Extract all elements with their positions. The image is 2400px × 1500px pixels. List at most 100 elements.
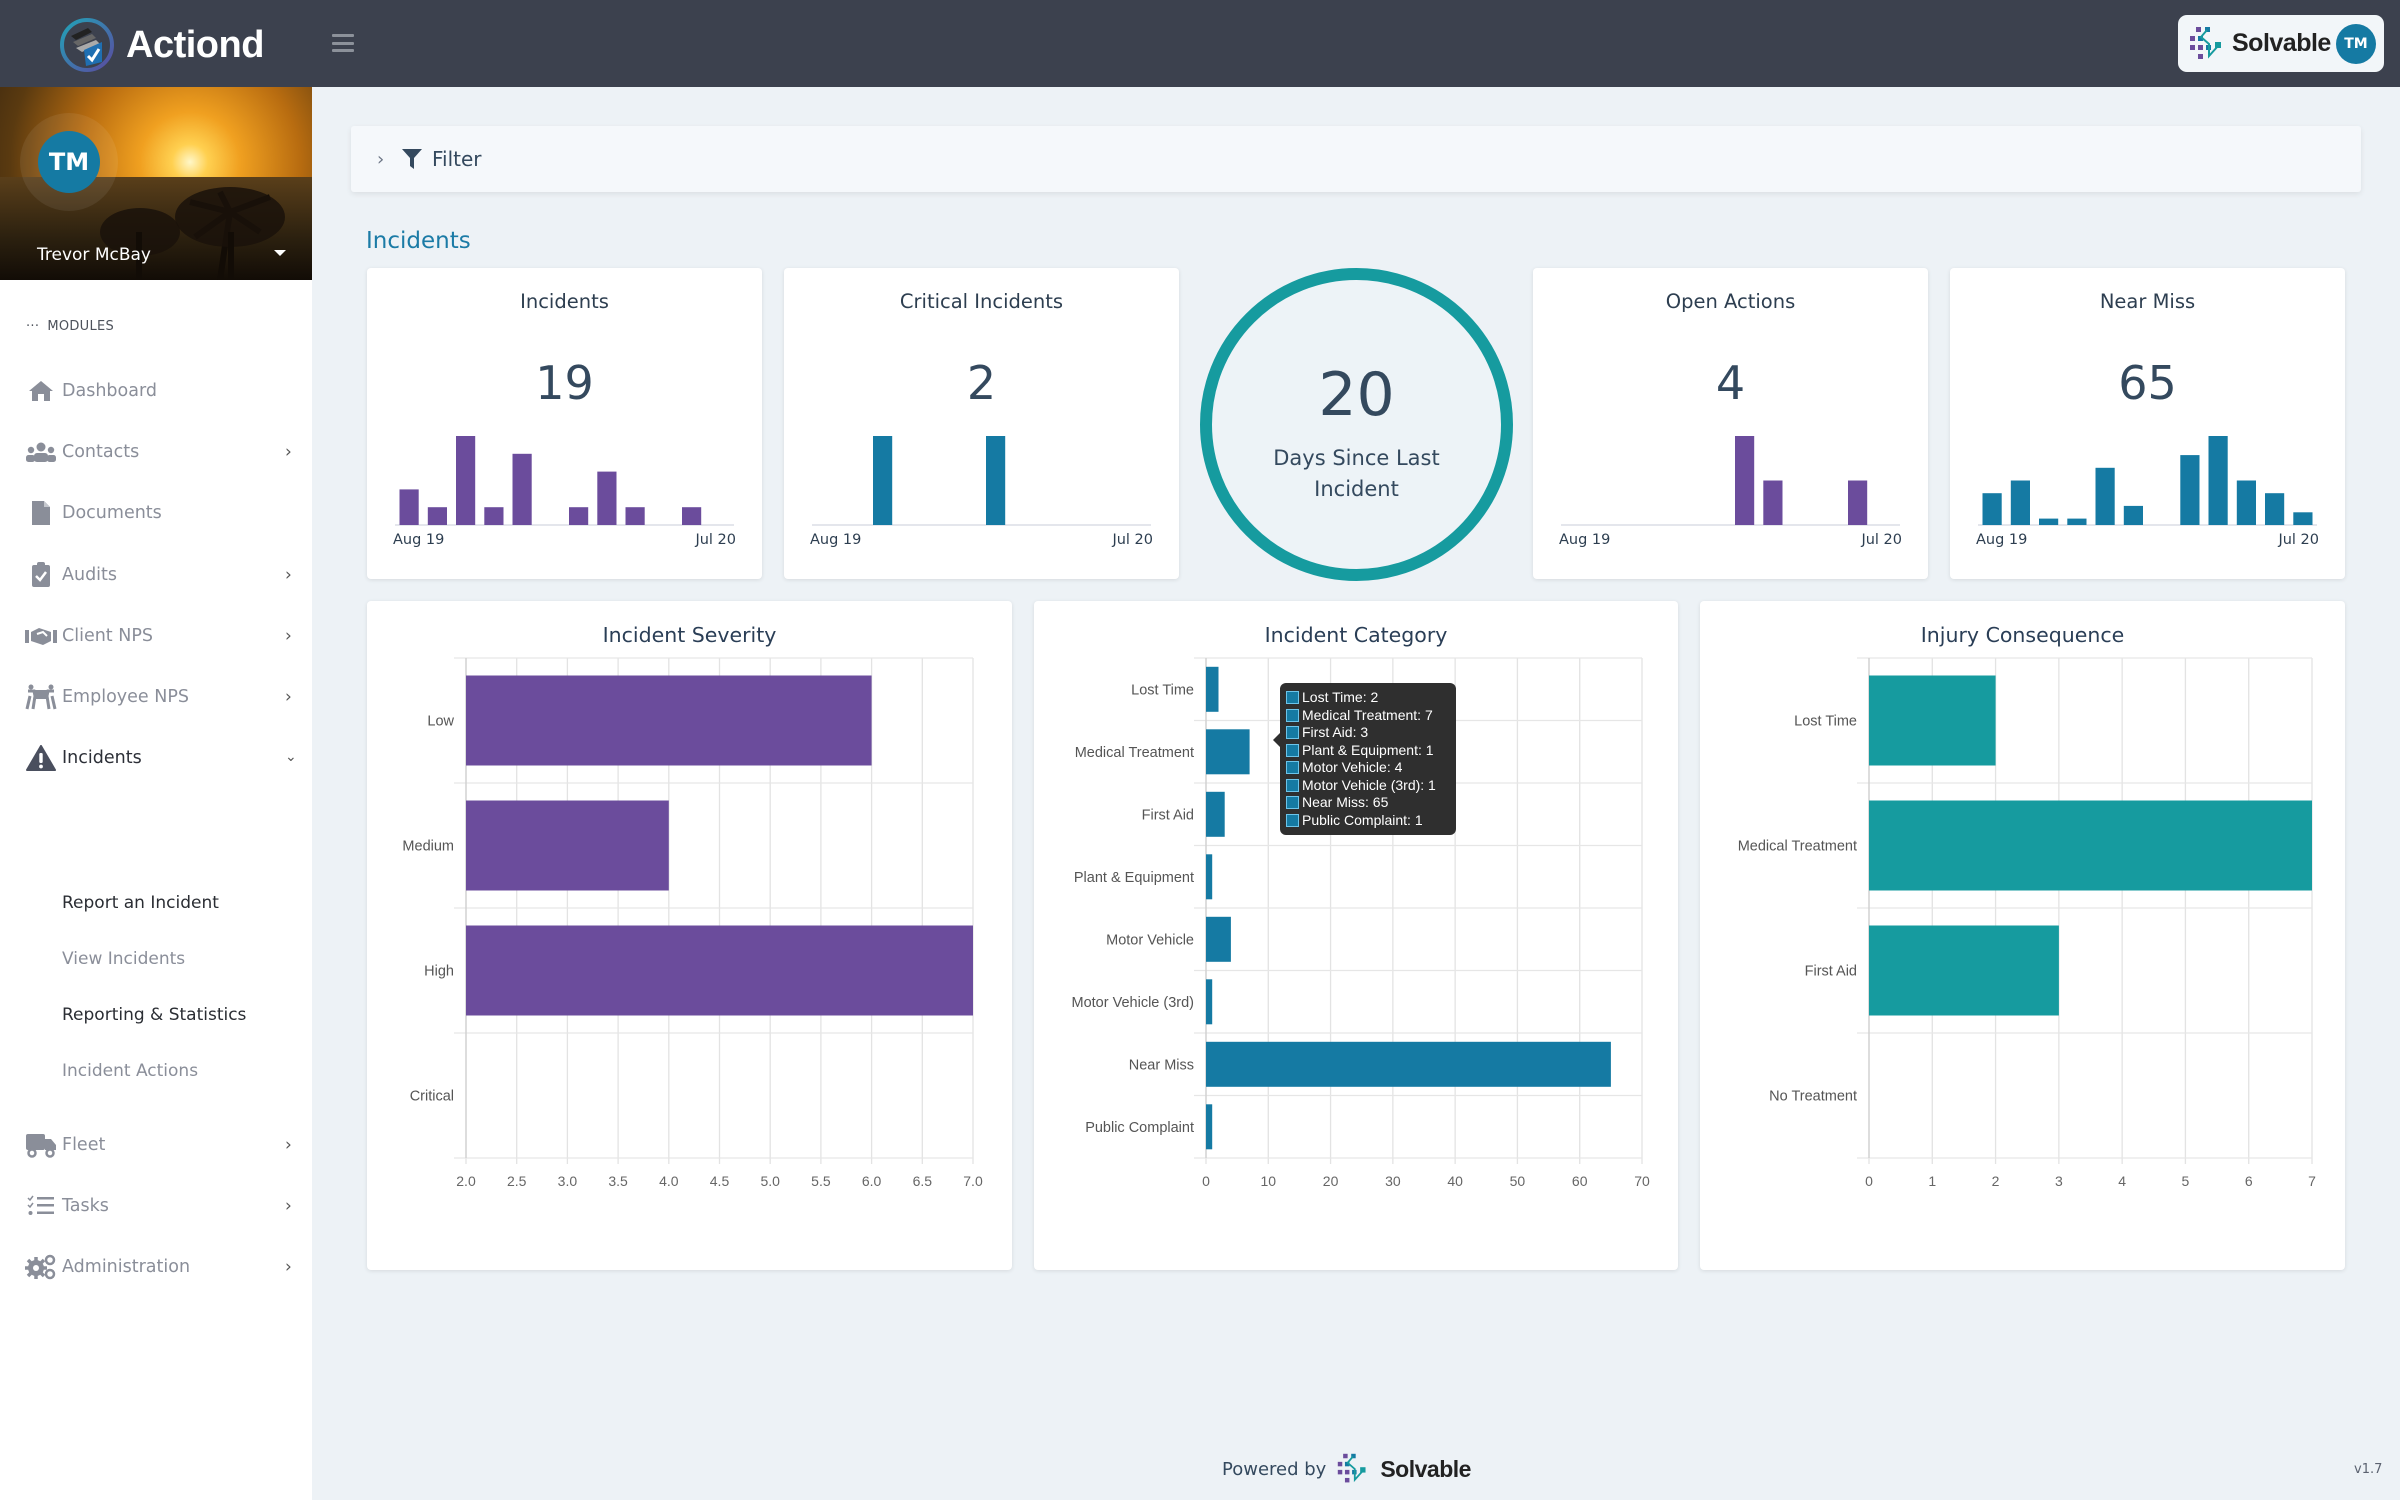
user-name[interactable]: Trevor McBay xyxy=(37,245,151,265)
sparkline-bar[interactable] xyxy=(399,489,419,525)
sparkline-bar[interactable] xyxy=(2067,518,2087,525)
bar[interactable] xyxy=(1869,925,2059,1016)
brand-name: Actiond xyxy=(126,23,264,66)
filter-label: Filter xyxy=(432,147,482,171)
sidebar-subitem-incident-actions[interactable]: Incident Actions xyxy=(62,1061,198,1081)
brand[interactable]: Actiond xyxy=(58,16,264,74)
sidebar-subitem-view-incidents[interactable]: View Incidents xyxy=(62,949,185,969)
sparkline-bar[interactable] xyxy=(484,507,504,525)
bar[interactable] xyxy=(1869,800,2312,891)
bar[interactable] xyxy=(1206,1104,1213,1150)
sparkline-start-label: Aug 19 xyxy=(1559,532,1611,548)
bar[interactable] xyxy=(1206,729,1250,775)
sidebar-item-tasks[interactable]: Tasks › xyxy=(0,1186,312,1226)
tooltip-row: Plant & Equipment: 1 xyxy=(1286,742,1450,760)
sparkline-bar[interactable] xyxy=(2123,505,2143,525)
legend-swatch-icon xyxy=(1286,726,1299,740)
user-profile-panel: TM Trevor McBay xyxy=(0,87,312,280)
bar[interactable] xyxy=(1206,666,1219,712)
bar[interactable] xyxy=(1206,1041,1611,1087)
x-tick-label: 20 xyxy=(1323,1173,1339,1189)
x-tick-label: 6 xyxy=(2245,1173,2253,1189)
sidebar-item-dashboard[interactable]: Dashboard xyxy=(0,371,312,411)
y-category-label: Medical Treatment xyxy=(1738,839,1857,855)
sparkline-bar[interactable] xyxy=(625,507,645,525)
filter-toggle[interactable]: › Filter xyxy=(351,126,2361,192)
sparkline-bar[interactable] xyxy=(427,507,447,525)
partner-badge[interactable]: Solvable TM xyxy=(2178,15,2384,72)
bar[interactable] xyxy=(466,675,872,766)
kpi-card-incidents[interactable]: Incidents 19 Aug 19 Jul 20 xyxy=(367,268,762,579)
sparkline-bar[interactable] xyxy=(2010,480,2030,526)
solvable-logo-icon xyxy=(1338,1453,1366,1483)
sparkline-bar[interactable] xyxy=(986,436,1006,525)
sidebar-subitem-reporting-statistics[interactable]: Reporting & Statistics xyxy=(62,1005,246,1025)
modules-heading: ··· MODULES xyxy=(26,319,115,334)
home-icon xyxy=(25,377,57,405)
sparkline-bar[interactable] xyxy=(873,436,893,525)
sparkline-bar[interactable] xyxy=(682,507,702,525)
y-category-label: Near Miss xyxy=(1129,1057,1194,1073)
sidebar-item-audits[interactable]: Audits › xyxy=(0,555,312,595)
bar[interactable] xyxy=(466,800,669,891)
menu-toggle-icon[interactable] xyxy=(332,34,354,52)
sidebar-item-documents[interactable]: Documents xyxy=(0,493,312,533)
sparkline-bar[interactable] xyxy=(512,453,532,525)
tooltip-row: First Aid: 3 xyxy=(1286,724,1450,742)
user-avatar[interactable]: TM xyxy=(38,131,100,193)
x-tick-label: 3 xyxy=(2055,1173,2063,1189)
section-title: Incidents xyxy=(366,228,471,254)
sparkline-bar[interactable] xyxy=(2265,493,2285,525)
bar[interactable] xyxy=(1206,854,1213,900)
chevron-down-icon: ⌄ xyxy=(285,749,297,765)
sparkline-bar[interactable] xyxy=(1848,480,1868,526)
top-bar: Actiond Solvable TM xyxy=(0,0,2400,87)
sparkline-bar[interactable] xyxy=(2095,467,2115,525)
y-category-label: Lost Time xyxy=(1131,682,1194,698)
sparkline-bar[interactable] xyxy=(597,471,617,525)
bar[interactable] xyxy=(1206,916,1231,962)
sparkline-bar[interactable] xyxy=(569,507,589,525)
x-tick-label: 0 xyxy=(1865,1173,1873,1189)
sparkline-bar[interactable] xyxy=(2039,518,2059,525)
sidebar-item-incidents[interactable]: Incidents ⌄ xyxy=(0,738,312,778)
x-tick-label: 0 xyxy=(1202,1173,1210,1189)
sparkline-start-label: Aug 19 xyxy=(1976,532,2028,548)
sidebar-item-client-nps[interactable]: Client NPS › xyxy=(0,616,312,656)
sparkline-bar[interactable] xyxy=(1982,493,2002,525)
x-tick-label: 60 xyxy=(1572,1173,1588,1189)
days-since-last-incident: 20 Days Since Last Incident xyxy=(1200,268,1513,581)
incident-severity-chart: 2.0 2.5 3.0 3.5 4.0 4.5 5.0 5.5 6.0 6.5 7.0 Low Medi… xyxy=(402,657,983,1189)
sidebar-subitem-report-incident[interactable]: Report an Incident xyxy=(62,893,219,913)
footer-partner-name[interactable]: Solvable xyxy=(1380,1456,1471,1483)
sparkline-bar[interactable] xyxy=(2293,512,2313,525)
y-category-label: Medium xyxy=(402,839,454,855)
bar[interactable] xyxy=(1206,791,1225,837)
sidebar-item-employee-nps[interactable]: Employee NPS › xyxy=(0,677,312,717)
bar[interactable] xyxy=(1206,979,1213,1025)
sparkline-bar[interactable] xyxy=(1763,480,1783,526)
kpi-card-open-actions[interactable]: Open Actions 4 Aug 19 Jul 20 xyxy=(1533,268,1928,579)
kpi-card-critical-incidents[interactable]: Critical Incidents 2 Aug 19 Jul 20 xyxy=(784,268,1179,579)
bar[interactable] xyxy=(1869,675,1996,766)
sparkline-bar[interactable] xyxy=(2208,436,2228,525)
sidebar-item-administration[interactable]: Administration › xyxy=(0,1247,312,1287)
kpi-card-near-miss[interactable]: Near Miss 65 Aug 19 Jul 20 xyxy=(1950,268,2345,579)
user-menu-caret-icon[interactable] xyxy=(274,250,286,256)
sparkline-bar[interactable] xyxy=(2236,480,2256,526)
user-avatar-small[interactable]: TM xyxy=(2336,24,2376,64)
x-tick-label: 40 xyxy=(1447,1173,1463,1189)
bar[interactable] xyxy=(466,925,973,1016)
x-tick-label: 6.5 xyxy=(913,1173,933,1189)
sidebar-item-contacts[interactable]: Contacts › xyxy=(0,432,312,472)
sparkline-bar[interactable] xyxy=(2180,455,2200,525)
sparkline-bar[interactable] xyxy=(456,436,476,525)
legend-swatch-icon xyxy=(1286,778,1299,792)
sparkline-bar[interactable] xyxy=(1735,436,1755,525)
x-tick-label: 3.5 xyxy=(608,1173,628,1189)
sparkline-end-label: Jul 20 xyxy=(695,532,736,548)
chevron-right-icon: › xyxy=(285,687,292,707)
tooltip-row: Lost Time: 2 xyxy=(1286,689,1450,707)
days-since-label: Days Since Last Incident xyxy=(1273,446,1440,501)
sidebar-item-fleet[interactable]: Fleet › xyxy=(0,1125,312,1165)
